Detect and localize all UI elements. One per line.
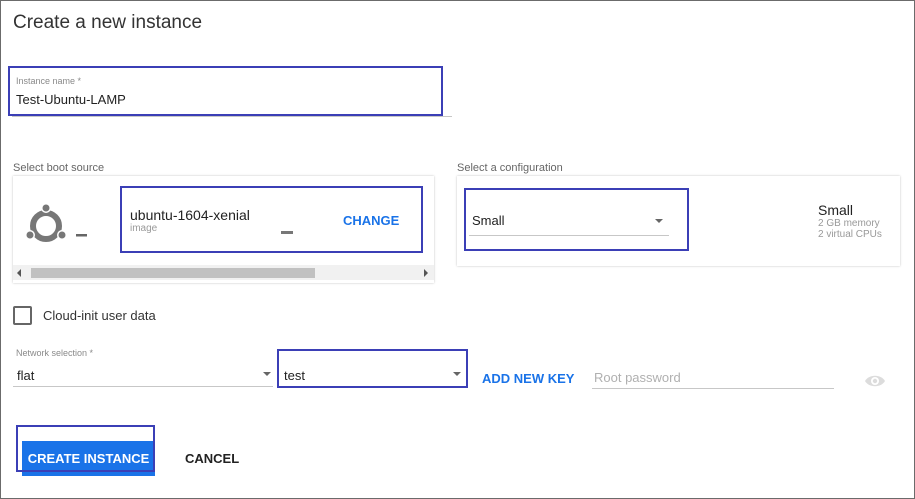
- network-selection-label: Network selection *: [16, 348, 94, 358]
- boot-image-highlight: [120, 186, 423, 253]
- key-select-highlight: [277, 349, 468, 388]
- config-summary-title: Small: [818, 202, 854, 218]
- network-underline: [13, 386, 273, 387]
- root-password-input[interactable]: Root password: [594, 370, 681, 385]
- add-new-key-button[interactable]: ADD NEW KEY: [482, 371, 574, 386]
- cloud-init-label[interactable]: Cloud-init user data: [43, 308, 156, 323]
- boot-scrollbar[interactable]: [13, 265, 434, 280]
- configuration-highlight: [464, 188, 689, 251]
- instance-name-underline: [12, 116, 452, 117]
- scrollbar-thumb[interactable]: [31, 268, 315, 278]
- page-title: Create a new instance: [13, 12, 203, 33]
- cloud-init-checkbox[interactable]: [13, 306, 32, 325]
- eye-icon[interactable]: [864, 373, 886, 389]
- cancel-button[interactable]: CANCEL: [185, 451, 239, 466]
- scroll-right-arrow-icon[interactable]: [424, 269, 428, 277]
- create-instance-highlight: [16, 425, 155, 472]
- scroll-left-arrow-icon[interactable]: [17, 269, 21, 277]
- configuration-label: Select a configuration: [457, 162, 563, 174]
- network-select[interactable]: flat: [17, 368, 34, 383]
- instance-name-highlight: [8, 66, 443, 116]
- root-password-underline: [592, 388, 834, 389]
- ubuntu-logo-icon: [25, 204, 87, 242]
- network-caret-icon[interactable]: [263, 372, 271, 376]
- boot-source-label: Select boot source: [13, 162, 105, 174]
- config-summary-cpus: 2 virtual CPUs: [818, 229, 882, 240]
- config-summary-memory: 2 GB memory: [818, 218, 880, 229]
